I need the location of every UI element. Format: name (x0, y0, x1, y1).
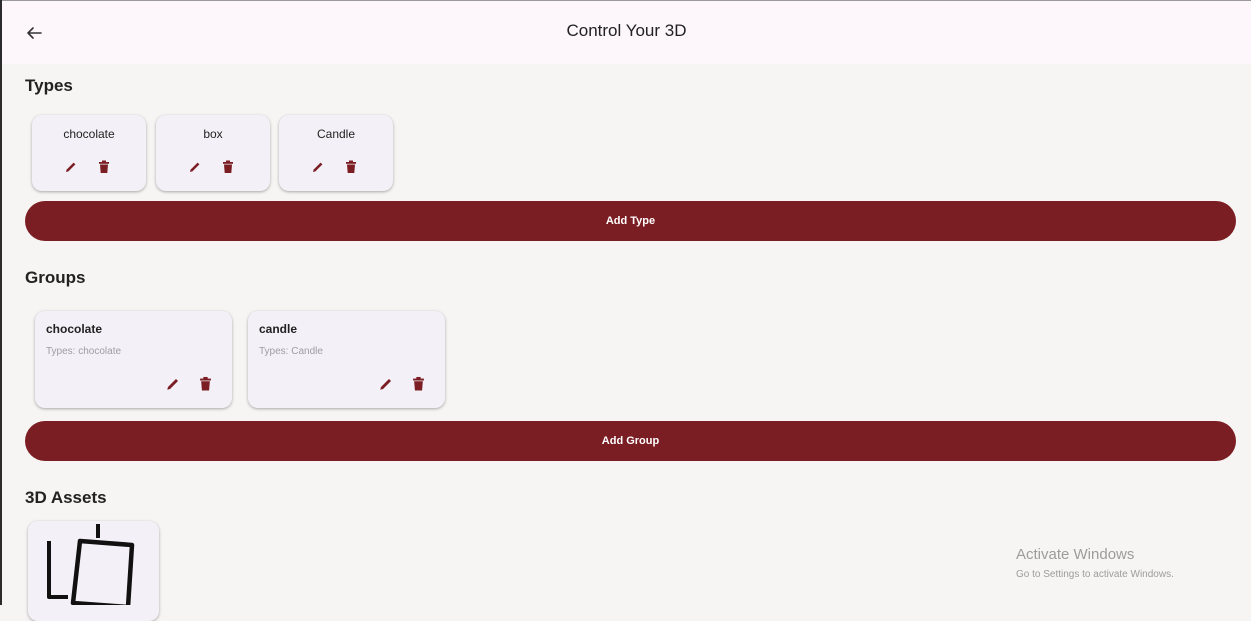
type-card[interactable]: box (156, 115, 270, 191)
activate-windows-title: Activate Windows (1016, 546, 1135, 563)
group-name: chocolate (46, 322, 103, 336)
type-name: Candle (316, 127, 356, 141)
page-title: Control Your 3D (566, 21, 687, 40)
group-card[interactable]: candle Types: Candle (248, 311, 445, 408)
pencil-icon (167, 378, 179, 390)
group-name: candle (259, 322, 298, 336)
activate-windows-subtitle: Go to Settings to activate Windows. (1016, 569, 1174, 580)
type-card[interactable]: Candle (279, 115, 393, 191)
trash-icon (99, 160, 109, 173)
group-types: Types: Candle (259, 346, 323, 357)
assets-section-title: 3D Assets (25, 488, 107, 507)
pencil-icon (380, 378, 392, 390)
trash-icon (346, 160, 356, 173)
types-section-title: Types (25, 76, 73, 95)
delete-type-button[interactable] (95, 158, 113, 176)
trash-icon (199, 376, 211, 391)
delete-group-button[interactable] (409, 375, 427, 393)
groups-section-title: Groups (25, 268, 86, 287)
add-type-button[interactable]: Add Type (25, 201, 1236, 241)
type-card[interactable]: chocolate (32, 115, 146, 191)
type-name: box (203, 127, 223, 141)
edit-group-button[interactable] (377, 375, 395, 393)
add-group-button[interactable]: Add Group (25, 421, 1236, 461)
pencil-icon (313, 162, 323, 172)
app-bar: Control Your 3D (2, 1, 1251, 64)
edit-type-button[interactable] (186, 158, 204, 176)
edit-group-button[interactable] (164, 375, 182, 393)
group-card[interactable]: chocolate Types: chocolate (35, 311, 232, 408)
trash-icon (412, 376, 424, 391)
group-types: Types: chocolate (46, 346, 122, 357)
delete-group-button[interactable] (196, 375, 214, 393)
asset-thumbnail (47, 524, 135, 605)
asset-card[interactable] (28, 521, 159, 621)
delete-type-button[interactable] (342, 158, 360, 176)
trash-icon (223, 160, 233, 173)
pencil-icon (190, 162, 200, 172)
type-name: chocolate (63, 127, 115, 141)
window-left-border (0, 0, 2, 605)
delete-type-button[interactable] (219, 158, 237, 176)
edit-type-button[interactable] (309, 158, 327, 176)
edit-type-button[interactable] (62, 158, 80, 176)
pencil-icon (66, 162, 76, 172)
